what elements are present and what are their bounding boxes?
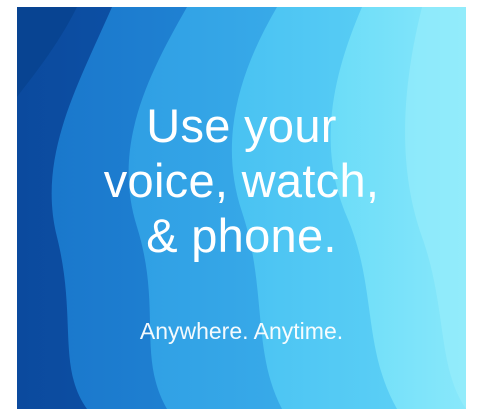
- headline-line-3: & phone.: [146, 209, 337, 262]
- tagline: Anywhere. Anytime.: [139, 318, 344, 344]
- promo-card: Use your voice, watch, & phone. Anywhere…: [17, 7, 466, 409]
- headline: Use your voice, watch, & phone.: [17, 98, 466, 263]
- headline-line-1: Use your: [146, 99, 337, 152]
- headline-line-2: voice, watch,: [103, 154, 380, 207]
